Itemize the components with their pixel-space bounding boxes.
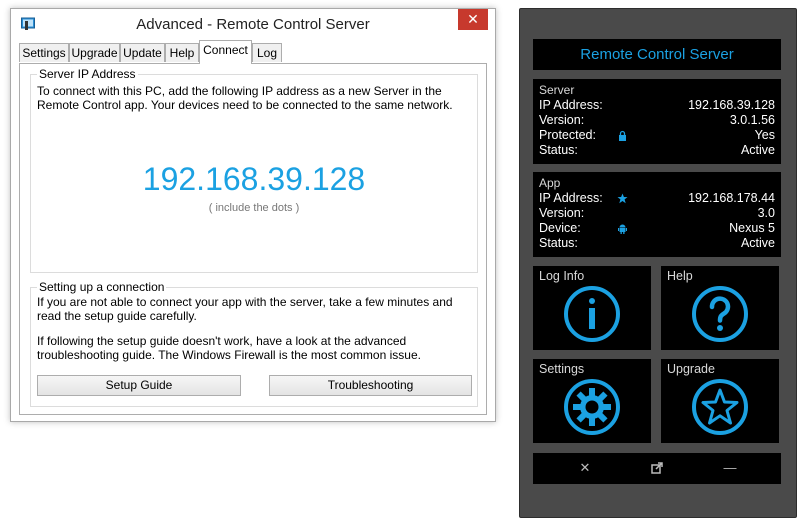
server-heading: Server xyxy=(539,83,575,97)
setup-guide-button[interactable]: Setup Guide xyxy=(37,375,241,396)
app-status-label: Status: xyxy=(539,236,578,250)
panel-title: Remote Control Server xyxy=(533,39,781,70)
server-ip-group: Server IP Address To connect with this P… xyxy=(30,67,478,273)
star-icon xyxy=(692,379,748,435)
tab-upgrade[interactable]: Upgrade xyxy=(69,43,120,62)
server-ip-address: 192.168.39.128 xyxy=(142,161,366,197)
app-ip-row: IP Address: 192.168.178.44 xyxy=(539,191,775,206)
ip-hint: ( include the dots ) xyxy=(208,202,300,214)
app-version-row: Version: 3.0 xyxy=(539,206,775,221)
server-version-row: Version: 3.0.1.56 xyxy=(539,113,775,128)
app-version-label: Version: xyxy=(539,206,585,220)
setup-text-1: If you are not able to connect your app … xyxy=(37,295,453,323)
server-ip-label: IP Address: xyxy=(539,98,603,112)
app-ip-label: IP Address: xyxy=(539,191,603,205)
gear-icon xyxy=(564,379,620,435)
android-icon xyxy=(618,224,627,234)
app-device-value: Nexus 5 xyxy=(729,221,775,235)
server-ip-value: 192.168.39.128 xyxy=(688,98,775,112)
settings-tile[interactable]: Settings xyxy=(533,359,651,443)
tab-connect[interactable]: Connect xyxy=(199,40,252,64)
app-version-value: 3.0 xyxy=(757,206,775,220)
setup-group-title: Setting up a connection xyxy=(37,280,167,294)
star-icon xyxy=(617,193,628,204)
advanced-window: Advanced - Remote Control Server ✕ Setti… xyxy=(10,8,496,422)
server-info-box: Server IP Address: 192.168.39.128 Versio… xyxy=(533,79,781,164)
server-ip-description: To connect with this PC, add the followi… xyxy=(37,84,453,112)
info-icon xyxy=(564,286,620,342)
help-label: Help xyxy=(667,269,693,283)
title-bar[interactable]: Advanced - Remote Control Server ✕ xyxy=(11,9,495,39)
app-device-label: Device: xyxy=(539,221,581,235)
server-protected-value: Yes xyxy=(754,128,775,142)
window-title: Advanced - Remote Control Server xyxy=(136,16,370,33)
app-ip-value: 192.168.178.44 xyxy=(688,191,775,205)
server-status-row: Status: Active xyxy=(539,143,775,158)
close-icon[interactable]: ✕ xyxy=(578,461,592,475)
tab-log[interactable]: Log xyxy=(252,43,282,62)
connect-panel: Server IP Address To connect with this P… xyxy=(19,63,487,415)
close-button[interactable]: ✕ xyxy=(458,9,488,30)
log-info-label: Log Info xyxy=(539,269,585,283)
popout-icon[interactable] xyxy=(650,461,664,475)
lock-icon xyxy=(619,130,626,141)
upgrade-tile[interactable]: Upgrade xyxy=(661,359,779,443)
server-protected-row: Protected: Yes xyxy=(539,128,775,143)
server-protected-label: Protected: xyxy=(539,128,596,142)
server-status-label: Status: xyxy=(539,143,578,157)
server-ip-row: IP Address: 192.168.39.128 xyxy=(539,98,775,113)
server-version-label: Version: xyxy=(539,113,585,127)
server-version-value: 3.0.1.56 xyxy=(729,113,775,127)
log-info-tile[interactable]: Log Info xyxy=(533,266,651,350)
app-device-row: Device: Nexus 5 xyxy=(539,221,775,236)
app-info-box: App IP Address: 192.168.178.44 Version: … xyxy=(533,172,781,257)
question-icon xyxy=(692,286,748,342)
bottom-bar: ✕ — xyxy=(533,453,781,484)
tab-settings[interactable]: Settings xyxy=(19,43,69,62)
minimize-icon[interactable]: — xyxy=(723,461,737,475)
setup-text-2: If following the setup guide doesn't wor… xyxy=(37,334,421,362)
setup-group: Setting up a connection If you are not a… xyxy=(30,280,478,407)
app-status-row: Status: Active xyxy=(539,236,775,251)
troubleshooting-button[interactable]: Troubleshooting xyxy=(269,375,472,396)
help-tile[interactable]: Help xyxy=(661,266,779,350)
server-status-value: Active xyxy=(740,143,775,157)
tab-help[interactable]: Help xyxy=(165,43,199,62)
tab-update[interactable]: Update xyxy=(120,43,165,62)
remote-control-panel: Remote Control Server Server IP Address:… xyxy=(519,8,797,518)
app-heading: App xyxy=(539,176,561,190)
settings-label: Settings xyxy=(539,362,585,376)
app-status-value: Active xyxy=(740,236,775,250)
server-ip-group-title: Server IP Address xyxy=(37,67,138,81)
upgrade-label: Upgrade xyxy=(667,362,715,376)
